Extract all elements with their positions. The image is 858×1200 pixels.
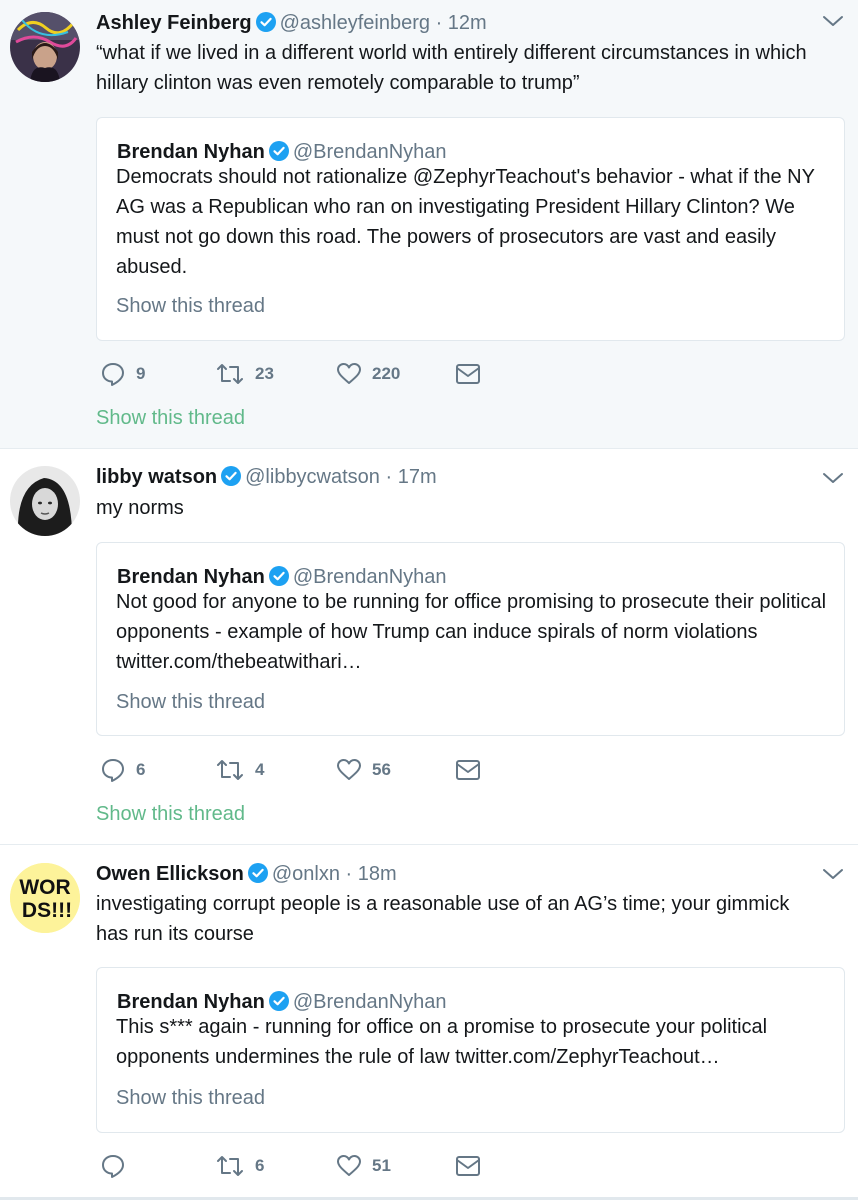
like-count: 220 xyxy=(372,364,401,383)
tweet[interactable]: Ashley Feinberg @ashleyfeinberg · 12m “wh… xyxy=(0,0,858,449)
timestamp[interactable]: 17m xyxy=(398,466,437,488)
direct-message-button[interactable] xyxy=(455,359,481,389)
chevron-down-icon[interactable] xyxy=(822,14,844,33)
avatar[interactable] xyxy=(10,12,80,82)
avatar-text: DS!!! xyxy=(22,899,72,922)
quoted-show-thread-link[interactable]: Show this thread xyxy=(116,691,265,714)
direct-message-button[interactable] xyxy=(455,1151,481,1181)
reply-icon xyxy=(100,1153,126,1179)
avatar[interactable] xyxy=(10,466,80,536)
quoted-tweet[interactable]: Brendan Nyhan @BrendanNyhan This s*** aga… xyxy=(96,967,845,1133)
direct-message-button[interactable] xyxy=(455,755,481,785)
tweet-header: Owen Ellickson @onlxn · 18m xyxy=(96,862,397,889)
retweet-button[interactable]: 23 xyxy=(215,359,274,389)
retweet-icon xyxy=(215,757,245,783)
separator-dot: · xyxy=(435,12,443,34)
avatar-text: WOR xyxy=(19,876,70,899)
quoted-author-name: Brendan Nyhan xyxy=(117,991,265,1013)
author-handle[interactable]: @libbycwatson xyxy=(245,466,380,488)
tweet-text: investigating corrupt people is a reason… xyxy=(96,893,790,945)
reply-icon xyxy=(100,361,126,387)
tweet-text: my norms xyxy=(96,497,184,519)
author-name[interactable]: Owen Ellickson xyxy=(96,863,244,885)
quoted-show-thread-link[interactable]: Show this thread xyxy=(116,1087,265,1110)
avatar[interactable]: WOR DS!!! xyxy=(10,863,80,933)
reply-button[interactable] xyxy=(100,1151,136,1181)
quoted-tweet-text: Democrats should not rationalize @Zephyr… xyxy=(116,166,815,278)
tweet[interactable]: WOR DS!!! Owen Ellickson @onlxn · 18m inv… xyxy=(0,845,858,1200)
quoted-tweet[interactable]: Brendan Nyhan @BrendanNyhan Democrats sho… xyxy=(96,117,845,341)
quoted-show-thread-link[interactable]: Show this thread xyxy=(116,295,265,318)
author-name[interactable]: libby watson xyxy=(96,466,217,488)
envelope-icon xyxy=(455,759,481,781)
show-thread-link[interactable]: Show this thread xyxy=(96,803,245,826)
tweet-actions: 6 4 56 xyxy=(100,755,500,785)
retweet-icon xyxy=(215,1153,245,1179)
quoted-author-name: Brendan Nyhan xyxy=(117,141,265,163)
tweet-actions: 9 23 220 xyxy=(100,359,500,389)
timestamp[interactable]: 18m xyxy=(358,863,397,885)
quoted-author-name: Brendan Nyhan xyxy=(117,566,265,588)
heart-icon xyxy=(336,1153,362,1179)
like-count: 56 xyxy=(372,760,391,779)
quoted-author-handle: @BrendanNyhan xyxy=(292,141,447,163)
chevron-down-icon[interactable] xyxy=(822,867,844,886)
reply-count: 6 xyxy=(136,760,146,779)
retweet-button[interactable]: 6 xyxy=(215,1151,264,1181)
envelope-icon xyxy=(455,1155,481,1177)
quoted-tweet-text: This s*** again - running for office on … xyxy=(116,1016,768,1068)
tweet-header: Ashley Feinberg @ashleyfeinberg · 12m xyxy=(96,11,487,38)
verified-badge-icon xyxy=(221,466,242,492)
quoted-author-handle: @BrendanNyhan xyxy=(292,566,447,588)
reply-button[interactable]: 6 xyxy=(100,755,145,785)
heart-icon xyxy=(336,757,362,783)
verified-badge-icon xyxy=(255,12,276,38)
reply-button[interactable]: 9 xyxy=(100,359,145,389)
retweet-count: 23 xyxy=(255,364,274,383)
tweet-text: “what if we lived in a different world w… xyxy=(96,42,807,94)
author-name[interactable]: Ashley Feinberg xyxy=(96,12,252,34)
show-thread-link[interactable]: Show this thread xyxy=(96,407,245,430)
author-handle[interactable]: @onlxn xyxy=(272,863,340,885)
separator-dot: · xyxy=(345,863,353,885)
reply-icon xyxy=(100,757,126,783)
heart-icon xyxy=(336,361,362,387)
like-button[interactable]: 220 xyxy=(336,359,400,389)
retweet-button[interactable]: 4 xyxy=(215,755,264,785)
retweet-count: 6 xyxy=(255,1156,265,1175)
author-handle[interactable]: @ashleyfeinberg xyxy=(280,12,430,34)
tweet-header: libby watson @libbycwatson · 17m xyxy=(96,465,437,492)
like-button[interactable]: 56 xyxy=(336,755,391,785)
retweet-count: 4 xyxy=(255,760,265,779)
separator-dot: · xyxy=(385,466,393,488)
tweet-actions: 6 51 xyxy=(100,1151,500,1181)
quoted-author-handle: @BrendanNyhan xyxy=(292,991,447,1013)
retweet-icon xyxy=(215,361,245,387)
envelope-icon xyxy=(455,363,481,385)
tweet[interactable]: libby watson @libbycwatson · 17m my norms… xyxy=(0,449,858,845)
like-count: 51 xyxy=(372,1156,391,1175)
quoted-tweet-text: Not good for anyone to be running for of… xyxy=(116,591,827,673)
verified-badge-icon xyxy=(247,863,268,889)
chevron-down-icon[interactable] xyxy=(822,471,844,490)
like-button[interactable]: 51 xyxy=(336,1151,391,1181)
timestamp[interactable]: 12m xyxy=(448,12,487,34)
reply-count: 9 xyxy=(136,364,146,383)
quoted-tweet[interactable]: Brendan Nyhan @BrendanNyhan Not good for … xyxy=(96,542,845,736)
